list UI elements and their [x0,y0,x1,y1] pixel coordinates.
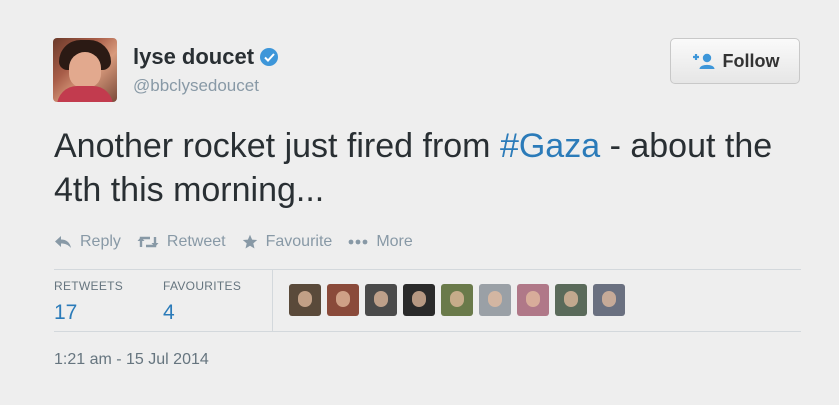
avatar-face [69,52,101,88]
favouriter-avatar[interactable] [479,284,511,316]
favouriter-avatar[interactable] [365,284,397,316]
avatar-body [57,86,113,102]
profile-name[interactable]: lyse doucet [133,44,254,70]
favourites-stat[interactable]: FAVOURITES 4 [163,279,241,325]
reply-icon [55,236,71,248]
tweet-timestamp[interactable]: 1:21 am - 15 Jul 2014 [54,351,209,369]
more-dots-icon [348,239,368,245]
stats-vertical-divider [272,270,273,331]
name-row: lyse doucet [133,44,279,70]
favouriter-avatars [289,284,631,316]
profile-handle[interactable]: @bbclysedoucet [133,76,259,96]
tweet-actions: Reply Retweet Favourite More [54,233,429,251]
favourites-count: 4 [163,301,175,324]
stats-divider-bottom [54,331,801,332]
favouriter-avatar[interactable] [555,284,587,316]
reply-label: Reply [80,233,121,250]
retweet-label: Retweet [166,233,226,250]
favouriter-avatar[interactable] [517,284,549,316]
retweets-label: RETWEETS [54,279,124,293]
favouriter-avatar[interactable] [403,284,435,316]
favourites-label: FAVOURITES [163,279,242,293]
hashtag-link[interactable]: #Gaza [500,127,600,165]
add-user-icon [691,52,715,70]
reply-action[interactable]: Reply [54,233,121,251]
favourite-label: Favourite [265,233,333,250]
retweet-action[interactable]: Retweet [137,233,226,251]
more-action[interactable]: More [348,233,413,251]
profile-avatar[interactable] [53,38,117,102]
tweet-text-before: Another rocket just fired from [54,127,500,165]
follow-button[interactable]: Follow [670,38,800,84]
verified-badge-icon [260,48,279,66]
follow-button-label: Follow [722,50,780,71]
stats-divider-top [54,269,801,270]
more-label: More [376,233,413,250]
favourite-action[interactable]: Favourite [242,233,333,251]
star-icon [242,234,257,249]
tweet-text: Another rocket just fired from #Gaza - a… [54,124,774,212]
favouriter-avatar[interactable] [289,284,321,316]
retweet-icon [137,236,159,248]
retweets-count: 17 [54,301,78,324]
favouriter-avatar[interactable] [593,284,625,316]
favouriter-avatar[interactable] [441,284,473,316]
favouriter-avatar[interactable] [327,284,359,316]
retweets-stat[interactable]: RETWEETS 17 [54,279,123,325]
